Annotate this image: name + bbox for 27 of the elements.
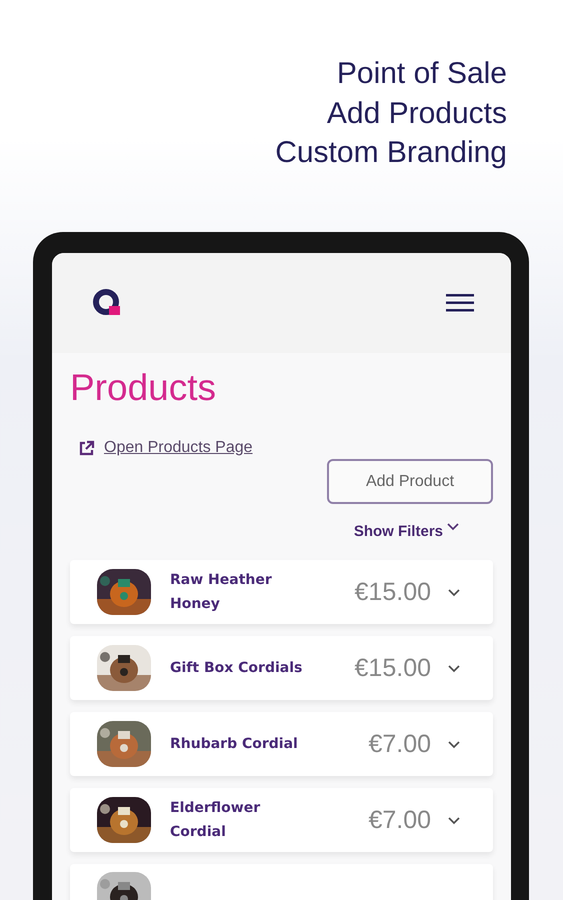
- product-card[interactable]: Raw Heather Honey €15.00: [70, 560, 493, 624]
- show-filters-toggle[interactable]: Show Filters: [354, 523, 443, 540]
- chevron-down-icon: [447, 523, 459, 531]
- product-name: Rhubarb Cordial: [170, 735, 299, 754]
- product-price: €7.00: [368, 806, 431, 834]
- product-price: €15.00: [354, 654, 431, 682]
- chevron-down-icon[interactable]: [447, 740, 461, 748]
- product-card[interactable]: Rhubarb Cordial €7.00: [70, 712, 493, 776]
- chevron-down-icon[interactable]: [447, 664, 461, 672]
- add-product-button[interactable]: Add Product: [327, 459, 493, 504]
- menu-icon[interactable]: [445, 293, 475, 313]
- chevron-down-icon[interactable]: [447, 816, 461, 824]
- chevron-down-icon[interactable]: [447, 588, 461, 596]
- product-price: €7.00: [368, 730, 431, 758]
- product-card[interactable]: Elderflower Cordial €7.00: [70, 788, 493, 852]
- product-name: Elderflower Cordial: [170, 799, 262, 842]
- product-card[interactable]: Gift Box Cordials €15.00: [70, 636, 493, 700]
- product-name: Raw Heather Honey: [170, 571, 273, 614]
- open-products-link[interactable]: Open Products Page: [104, 439, 253, 457]
- page-title: Products: [70, 367, 218, 409]
- headline-text: Add Products: [326, 96, 507, 132]
- product-name: Gift Box Cordials: [170, 659, 304, 678]
- headline-text: Point of Sale: [336, 56, 507, 92]
- logo-icon: [92, 288, 122, 318]
- headline-text: Custom Branding: [274, 135, 507, 171]
- external-link-icon: [78, 440, 95, 456]
- product-price: €15.00: [354, 578, 431, 606]
